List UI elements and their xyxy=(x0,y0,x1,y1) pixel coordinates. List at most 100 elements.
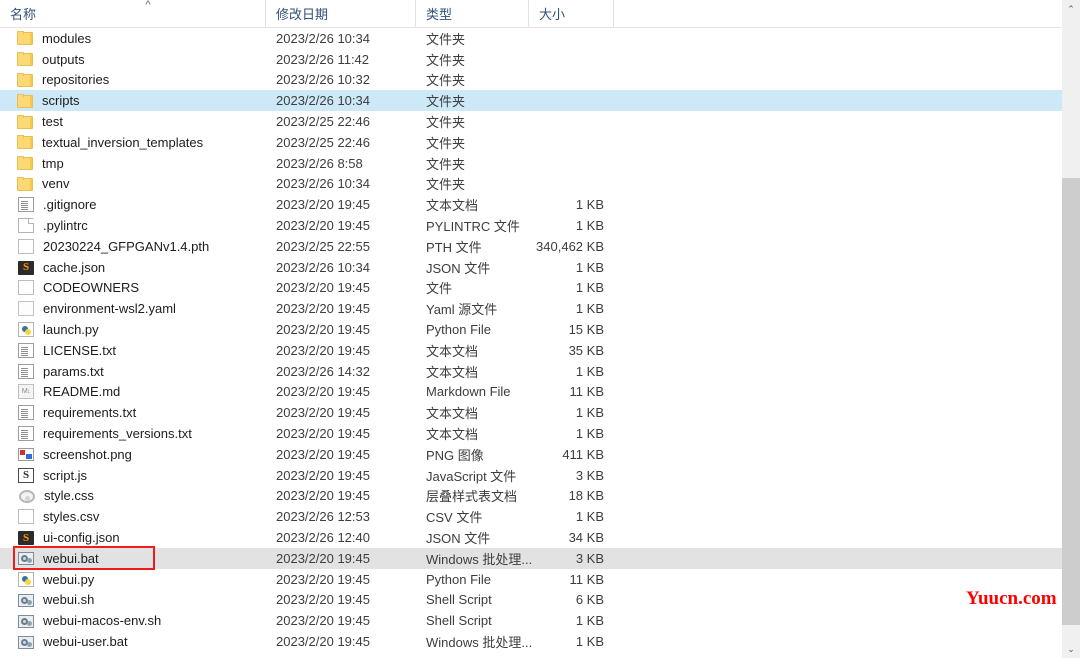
table-row[interactable]: webui.sh 2023/2/20 19:45 Shell Script 6 KB xyxy=(0,590,1062,611)
column-header-size[interactable]: 大小 xyxy=(528,0,613,27)
file-type-cell: Python File xyxy=(426,571,492,587)
file-size-cell: 1 KB xyxy=(575,218,604,234)
table-row[interactable]: 20230224_GFPGANv1.4.pth 2023/2/25 22:55 PT… xyxy=(0,236,1062,257)
file-name-label: cache.json xyxy=(43,259,106,275)
file-name-cell[interactable]: Sui-config.json xyxy=(0,530,265,546)
table-row[interactable]: screenshot.png 2023/2/20 19:45 PNG 图像 411 K… xyxy=(0,444,1062,465)
table-row[interactable]: scripts 2023/2/26 10:34 文件夹 xyxy=(0,90,1062,112)
file-name-cell[interactable]: outputs xyxy=(0,52,265,67)
file-name-cell[interactable]: Scache.json xyxy=(0,260,265,275)
table-row[interactable]: tmp 2023/2/26 8:58 文件夹 xyxy=(0,153,1062,174)
file-name-label: webui.bat xyxy=(43,550,99,566)
file-name-cell[interactable]: M↓ README.md xyxy=(0,384,265,400)
file-name-cell[interactable]: scripts xyxy=(0,93,265,108)
file-name-cell[interactable]: requirements_versions.txt xyxy=(0,426,265,442)
file-name-cell[interactable]: modules xyxy=(0,31,265,46)
file-name-cell[interactable]: webui-user.bat xyxy=(0,634,265,649)
table-row[interactable]: requirements.txt 2023/2/20 19:45 文本文档 1 KB xyxy=(0,402,1062,423)
column-header-end-divider xyxy=(613,0,614,27)
file-date-cell: 2023/2/26 8:58 xyxy=(276,155,363,171)
table-row[interactable]: styles.csv 2023/2/26 12:53 CSV 文件 1 KB xyxy=(0,506,1062,527)
file-size-cell: 411 KB xyxy=(562,446,604,462)
file-name-cell[interactable]: style.css xyxy=(0,488,265,503)
file-name-cell[interactable]: webui.sh xyxy=(0,592,265,607)
file-type-cell: 文本文档 xyxy=(426,198,479,214)
table-row[interactable]: repositories 2023/2/26 10:32 文件夹 xyxy=(0,70,1062,91)
column-header-name[interactable]: 名称 xyxy=(0,0,265,27)
file-name-cell[interactable]: styles.csv xyxy=(0,509,265,525)
file-name-cell[interactable]: LICENSE.txt xyxy=(0,342,265,358)
table-row[interactable]: Scache.json 2023/2/26 10:34 JSON 文件 1 KB xyxy=(0,257,1062,278)
file-type-cell: 文件夹 xyxy=(426,115,466,131)
file-name-cell[interactable]: .pylintrc xyxy=(0,218,265,234)
file-name-cell[interactable]: venv xyxy=(0,176,265,191)
file-name-cell[interactable]: test xyxy=(0,114,265,129)
table-row[interactable]: .pylintrc 2023/2/20 19:45 PYLINTRC 文件 1 KB xyxy=(0,215,1062,236)
table-row[interactable]: .gitignore 2023/2/20 19:45 文本文档 1 KB xyxy=(0,194,1062,215)
file-date-cell: 2023/2/20 19:45 xyxy=(276,384,370,400)
table-row[interactable]: webui.bat 2023/2/20 19:45 Windows 批处理... 3 … xyxy=(0,547,1062,569)
file-name-cell[interactable]: 20230224_GFPGANv1.4.pth xyxy=(0,238,265,254)
table-row[interactable]: Sui-config.json 2023/2/26 12:40 JSON 文件 34 … xyxy=(0,527,1062,548)
file-name-label: screenshot.png xyxy=(43,446,132,462)
file-name-label: params.txt xyxy=(43,363,104,379)
file-size-cell: 11 KB xyxy=(569,384,604,400)
file-type-cell: Yaml 源文件 xyxy=(426,302,498,318)
table-row[interactable]: LICENSE.txt 2023/2/20 19:45 文本文档 35 KB xyxy=(0,340,1062,361)
doc-icon xyxy=(18,218,34,234)
file-name-cell[interactable]: Sscript.js xyxy=(0,467,265,483)
table-row[interactable]: style.css 2023/2/20 19:45 层叠样式表文档 18 KB xyxy=(0,486,1062,507)
file-name-cell[interactable]: environment-wsl2.yaml xyxy=(0,301,265,317)
table-row[interactable]: venv 2023/2/26 10:34 文件夹 xyxy=(0,174,1062,195)
file-date-cell: 2023/2/26 12:40 xyxy=(276,530,370,546)
folder-icon xyxy=(17,93,33,108)
column-header-date[interactable]: 修改日期 xyxy=(265,0,415,27)
file-name-cell[interactable]: webui.bat xyxy=(0,551,265,566)
table-row[interactable]: launch.py 2023/2/20 19:45 Python File 15 KB xyxy=(0,319,1062,340)
table-row[interactable]: outputs 2023/2/26 11:42 文件夹 xyxy=(0,49,1062,70)
file-type-cell: 层叠样式表文档 xyxy=(426,489,518,505)
file-name-cell[interactable]: repositories xyxy=(0,72,265,87)
file-name-label: styles.csv xyxy=(43,509,100,525)
file-name-label: webui.py xyxy=(43,571,95,587)
table-row[interactable]: Sscript.js 2023/2/20 19:45 JavaScript 文件 3 … xyxy=(0,465,1062,486)
table-row[interactable]: requirements_versions.txt 2023/2/20 19:45… xyxy=(0,423,1062,444)
table-row[interactable]: environment-wsl2.yaml 2023/2/20 19:45 Yaml… xyxy=(0,298,1062,319)
file-name-cell[interactable]: tmp xyxy=(0,156,265,171)
file-date-cell: 2023/2/20 19:45 xyxy=(276,342,370,358)
md-icon: M↓ xyxy=(18,384,34,400)
file-type-cell: Markdown File xyxy=(426,384,511,400)
scroll-up-arrow-icon[interactable]: ⌃ xyxy=(1062,0,1080,18)
file-type-cell: 文件夹 xyxy=(426,31,466,47)
file-name-cell[interactable]: .gitignore xyxy=(0,197,265,213)
table-row[interactable]: M↓ README.md 2023/2/20 19:45 Markdown File 1… xyxy=(0,382,1062,403)
table-row[interactable]: webui-macos-env.sh 2023/2/20 19:45 Shell S… xyxy=(0,610,1062,631)
file-date-cell: 2023/2/26 10:34 xyxy=(276,259,370,275)
file-date-cell: 2023/2/20 19:45 xyxy=(276,571,370,587)
bat-icon xyxy=(18,614,34,628)
table-row[interactable]: test 2023/2/25 22:46 文件夹 xyxy=(0,111,1062,132)
scroll-down-arrow-icon[interactable]: ⌄ xyxy=(1062,640,1080,658)
file-date-cell: 2023/2/26 10:34 xyxy=(276,176,370,192)
table-row[interactable]: params.txt 2023/2/26 14:32 文本文档 1 KB xyxy=(0,361,1062,382)
file-name-cell[interactable]: launch.py xyxy=(0,322,265,338)
file-type-cell: 文件夹 xyxy=(426,73,466,89)
file-name-cell[interactable]: webui.py xyxy=(0,571,265,587)
file-name-label: 20230224_GFPGANv1.4.pth xyxy=(43,238,210,254)
table-row[interactable]: webui-user.bat 2023/2/20 19:45 Windows 批处理… xyxy=(0,631,1062,652)
vertical-scrollbar[interactable]: ⌃ ⌄ xyxy=(1062,0,1080,658)
file-name-cell[interactable]: CODEOWNERS xyxy=(0,280,265,296)
file-type-cell: JSON 文件 xyxy=(426,260,491,276)
table-row[interactable]: webui.py 2023/2/20 19:45 Python File 11 KB xyxy=(0,569,1062,590)
file-size-cell: 1 KB xyxy=(575,301,604,317)
table-row[interactable]: textual_inversion_templates 2023/2/25 22:… xyxy=(0,132,1062,153)
file-name-cell[interactable]: screenshot.png xyxy=(0,447,265,462)
scrollbar-thumb[interactable] xyxy=(1062,178,1080,625)
column-header-type[interactable]: 类型 xyxy=(415,0,528,27)
table-row[interactable]: modules 2023/2/26 10:34 文件夹 xyxy=(0,28,1062,49)
file-name-cell[interactable]: requirements.txt xyxy=(0,405,265,421)
file-name-cell[interactable]: textual_inversion_templates xyxy=(0,135,265,150)
table-row[interactable]: CODEOWNERS 2023/2/20 19:45 文件 1 KB xyxy=(0,278,1062,299)
file-name-cell[interactable]: params.txt xyxy=(0,363,265,379)
file-name-cell[interactable]: webui-macos-env.sh xyxy=(0,613,265,628)
